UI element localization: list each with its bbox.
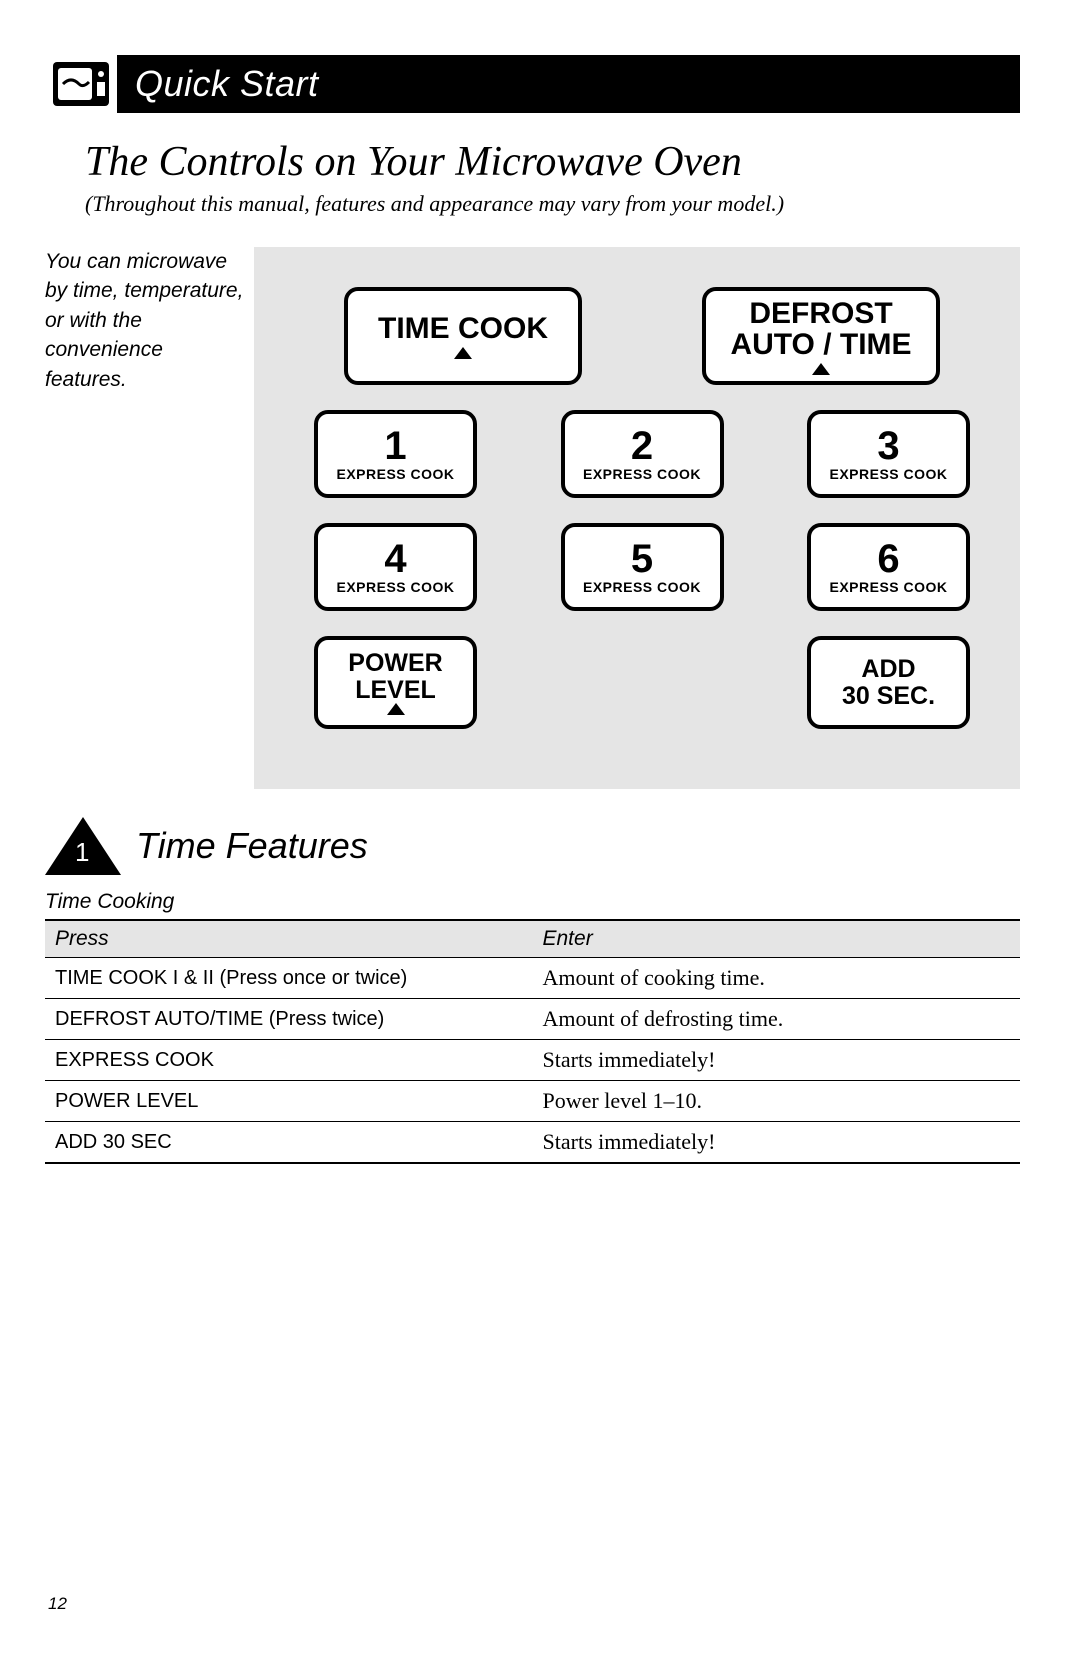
table-row: TIME COOK I & II (Press once or twice) A… — [45, 958, 1020, 999]
keypad-4-button[interactable]: 4 EXPRESS COOK — [314, 523, 477, 611]
keypad-3-button[interactable]: 3 EXPRESS COOK — [807, 410, 970, 498]
enter-cell: Starts immediately! — [533, 1122, 1021, 1164]
up-arrow-icon — [812, 363, 830, 375]
page-number: 12 — [48, 1594, 67, 1614]
enter-cell: Amount of cooking time. — [533, 958, 1021, 999]
control-panel: TIME COOK DEFROST AUTO / TIME 1 EXPRESS … — [254, 247, 1020, 789]
microwave-icon — [45, 55, 117, 113]
enter-cell: Amount of defrosting time. — [533, 999, 1021, 1040]
press-cell: ADD 30 SEC — [45, 1122, 533, 1164]
time-cooking-table: Press Enter TIME COOK I & II (Press once… — [45, 919, 1020, 1164]
col-press-header: Press — [45, 920, 533, 958]
express-cook-label: EXPRESS COOK — [829, 466, 947, 482]
defrost-button[interactable]: DEFROST AUTO / TIME — [702, 287, 940, 385]
power-label-1: POWER — [348, 650, 442, 676]
digit-label: 5 — [631, 539, 653, 579]
press-cell: DEFROST AUTO/TIME (Press twice) — [45, 999, 533, 1040]
page-title: The Controls on Your Microwave Oven — [85, 138, 1020, 186]
keypad-2-button[interactable]: 2 EXPRESS COOK — [561, 410, 724, 498]
add-label-1: ADD — [861, 656, 915, 682]
express-cook-label: EXPRESS COOK — [336, 466, 454, 482]
side-description: You can microwave by time, temperature, … — [45, 247, 244, 789]
press-cell: EXPRESS COOK — [45, 1040, 533, 1081]
add-30-sec-button[interactable]: ADD 30 SEC. — [807, 636, 970, 729]
digit-label: 4 — [384, 539, 406, 579]
digit-label: 6 — [877, 539, 899, 579]
keypad-6-button[interactable]: 6 EXPRESS COOK — [807, 523, 970, 611]
table-row: EXPRESS COOK Starts immediately! — [45, 1040, 1020, 1081]
table-row: DEFROST AUTO/TIME (Press twice) Amount o… — [45, 999, 1020, 1040]
digit-label: 3 — [877, 426, 899, 466]
express-cook-label: EXPRESS COOK — [583, 579, 701, 595]
col-enter-header: Enter — [533, 920, 1021, 958]
enter-cell: Power level 1–10. — [533, 1081, 1021, 1122]
marker-number: 1 — [75, 837, 89, 868]
express-cook-label: EXPRESS COOK — [336, 579, 454, 595]
express-cook-label: EXPRESS COOK — [829, 579, 947, 595]
header-bar: Quick Start — [45, 55, 1020, 113]
defrost-label-1: DEFROST — [749, 298, 892, 330]
press-cell: TIME COOK I & II (Press once or twice) — [45, 958, 533, 999]
section-heading: 1 Time Features — [45, 817, 1020, 875]
time-cook-button[interactable]: TIME COOK — [344, 287, 582, 385]
table-row: POWER LEVEL Power level 1–10. — [45, 1081, 1020, 1122]
digit-label: 1 — [384, 426, 406, 466]
defrost-label-2: AUTO / TIME — [730, 329, 911, 361]
up-arrow-icon — [454, 347, 472, 359]
enter-cell: Starts immediately! — [533, 1040, 1021, 1081]
keypad-5-button[interactable]: 5 EXPRESS COOK — [561, 523, 724, 611]
add-label-2: 30 SEC. — [842, 683, 935, 709]
triangle-marker-icon: 1 — [45, 817, 121, 875]
press-cell: POWER LEVEL — [45, 1081, 533, 1122]
header-title: Quick Start — [117, 55, 1020, 113]
digit-label: 2 — [631, 426, 653, 466]
section-title: Time Features — [136, 825, 368, 867]
sub-note: (Throughout this manual, features and ap… — [85, 191, 1020, 217]
express-cook-label: EXPRESS COOK — [583, 466, 701, 482]
power-label-2: LEVEL — [355, 677, 436, 703]
table-caption: Time Cooking — [45, 890, 1020, 914]
power-level-button[interactable]: POWER LEVEL — [314, 636, 477, 729]
up-arrow-icon — [387, 703, 405, 715]
time-cook-label: TIME COOK — [378, 313, 548, 345]
keypad-1-button[interactable]: 1 EXPRESS COOK — [314, 410, 477, 498]
table-row: ADD 30 SEC Starts immediately! — [45, 1122, 1020, 1164]
